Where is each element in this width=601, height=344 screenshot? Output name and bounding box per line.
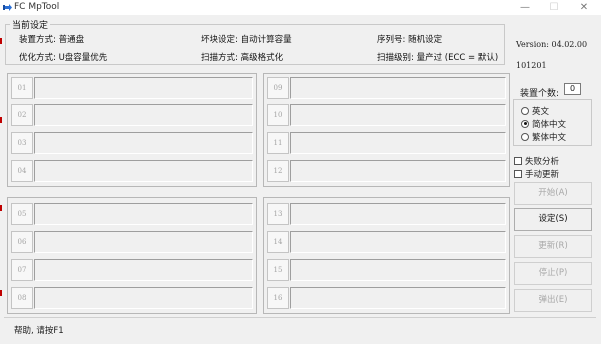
- port-number: 08: [11, 287, 33, 309]
- status-bar: 帮助, 请按F1: [4, 317, 596, 339]
- help-text: 帮助, 请按F1: [14, 326, 64, 336]
- language-option-traditional-chinese[interactable]: 繁体中文: [521, 131, 567, 143]
- language-option-label: 英文: [532, 106, 550, 117]
- port-number: 05: [11, 203, 33, 225]
- port-row[interactable]: 14: [267, 231, 508, 253]
- port-number: 03: [11, 132, 33, 154]
- port-status-bar: [34, 160, 253, 182]
- settings-legend: 当前设定: [10, 18, 51, 31]
- device-mode-text: 装置方式: 普通盘: [19, 35, 85, 45]
- optimize-text: 优化方式: U盘容量优先: [19, 53, 108, 63]
- fail-analysis-checkbox[interactable]: 失败分析: [514, 155, 560, 167]
- port-row[interactable]: 01: [11, 77, 255, 99]
- close-button[interactable]: ✕: [570, 0, 598, 15]
- port-row[interactable]: 10: [267, 104, 508, 126]
- update-button[interactable]: 更新(R): [514, 235, 592, 258]
- port-status-bar: [290, 77, 506, 99]
- language-group: 英文 简体中文 繁体中文: [513, 99, 592, 146]
- port-row[interactable]: 16: [267, 287, 508, 309]
- current-settings-group: 当前设定 装置方式: 普通盘 坏块设定: 自动计算容量 序列号: 随机设定 优化…: [5, 18, 505, 65]
- language-option-label: 繁体中文: [532, 132, 567, 143]
- port-status-bar: [34, 259, 253, 281]
- port-number: 09: [267, 77, 289, 99]
- port-status-bar: [290, 132, 506, 154]
- port-number: 16: [267, 287, 289, 309]
- port-row[interactable]: 09: [267, 77, 508, 99]
- port-status-bar: [34, 231, 253, 253]
- port-row[interactable]: 07: [11, 259, 255, 281]
- radio-selected-icon: [521, 119, 529, 128]
- port-row[interactable]: 13: [267, 203, 508, 225]
- port-number: 15: [267, 259, 289, 281]
- port-status-bar: [34, 287, 253, 309]
- port-status-bar: [290, 231, 506, 253]
- eject-button[interactable]: 弹出(E): [514, 289, 592, 312]
- port-row[interactable]: 15: [267, 259, 508, 281]
- port-status-bar: [290, 259, 506, 281]
- port-row[interactable]: 06: [11, 231, 255, 253]
- port-number: 13: [267, 203, 289, 225]
- port-row[interactable]: 05: [11, 203, 255, 225]
- edge-mark: [0, 205, 2, 211]
- version-label: Version: 04.02.00: [516, 40, 588, 49]
- window-title: FC MpTool: [14, 2, 60, 12]
- scan-mode-text: 扫描方式: 高级格式化: [201, 53, 284, 63]
- radio-icon: [521, 132, 529, 141]
- port-number: 10: [267, 104, 289, 126]
- port-number: 06: [11, 231, 33, 253]
- language-option-english[interactable]: 英文: [521, 105, 550, 117]
- port-status-bar: [34, 203, 253, 225]
- port-row[interactable]: 04: [11, 160, 255, 182]
- port-status-bar: [290, 203, 506, 225]
- port-status-bar: [290, 104, 506, 126]
- fail-analysis-label: 失败分析: [525, 156, 560, 167]
- settings-button[interactable]: 设定(S): [514, 208, 592, 231]
- port-number: 14: [267, 231, 289, 253]
- edge-mark: [0, 117, 2, 123]
- scan-level-text: 扫描级别: 量产过 (ECC = 默认): [377, 53, 499, 63]
- port-row[interactable]: 12: [267, 160, 508, 182]
- port-number: 02: [11, 104, 33, 126]
- serial-number-label: 101201: [516, 61, 547, 70]
- port-row[interactable]: 02: [11, 104, 255, 126]
- port-row[interactable]: 11: [267, 132, 508, 154]
- port-number: 04: [11, 160, 33, 182]
- edge-mark: [0, 290, 2, 296]
- serial-mode-text: 序列号: 随机设定: [377, 35, 443, 45]
- port-row[interactable]: 08: [11, 287, 255, 309]
- maximize-button[interactable]: ☐: [540, 0, 568, 15]
- port-row[interactable]: 03: [11, 132, 255, 154]
- port-status-bar: [290, 287, 506, 309]
- port-number: 11: [267, 132, 289, 154]
- bad-block-text: 坏块设定: 自动计算容量: [201, 35, 292, 45]
- port-status-bar: [34, 104, 253, 126]
- port-status-bar: [34, 77, 253, 99]
- minimize-button[interactable]: —: [511, 0, 539, 15]
- stop-button[interactable]: 停止(P): [514, 262, 592, 285]
- checkbox-icon: [514, 169, 522, 178]
- edge-mark: [0, 38, 2, 44]
- port-number: 12: [267, 160, 289, 182]
- language-option-simplified-chinese[interactable]: 简体中文: [521, 118, 567, 130]
- port-status-bar: [34, 132, 253, 154]
- checkbox-icon: [514, 156, 522, 165]
- device-count-label: 装置个数:: [520, 89, 560, 99]
- manual-update-label: 手动更新: [525, 169, 560, 180]
- port-status-bar: [290, 160, 506, 182]
- app-icon: [3, 4, 12, 11]
- start-button[interactable]: 开始(A): [514, 182, 592, 205]
- manual-update-checkbox[interactable]: 手动更新: [514, 168, 560, 180]
- port-number: 07: [11, 259, 33, 281]
- device-count-field: 0: [564, 83, 581, 95]
- port-number: 01: [11, 77, 33, 99]
- title-bar: FC MpTool — ☐ ✕: [0, 0, 601, 15]
- language-option-label: 简体中文: [532, 119, 567, 130]
- radio-icon: [521, 106, 529, 115]
